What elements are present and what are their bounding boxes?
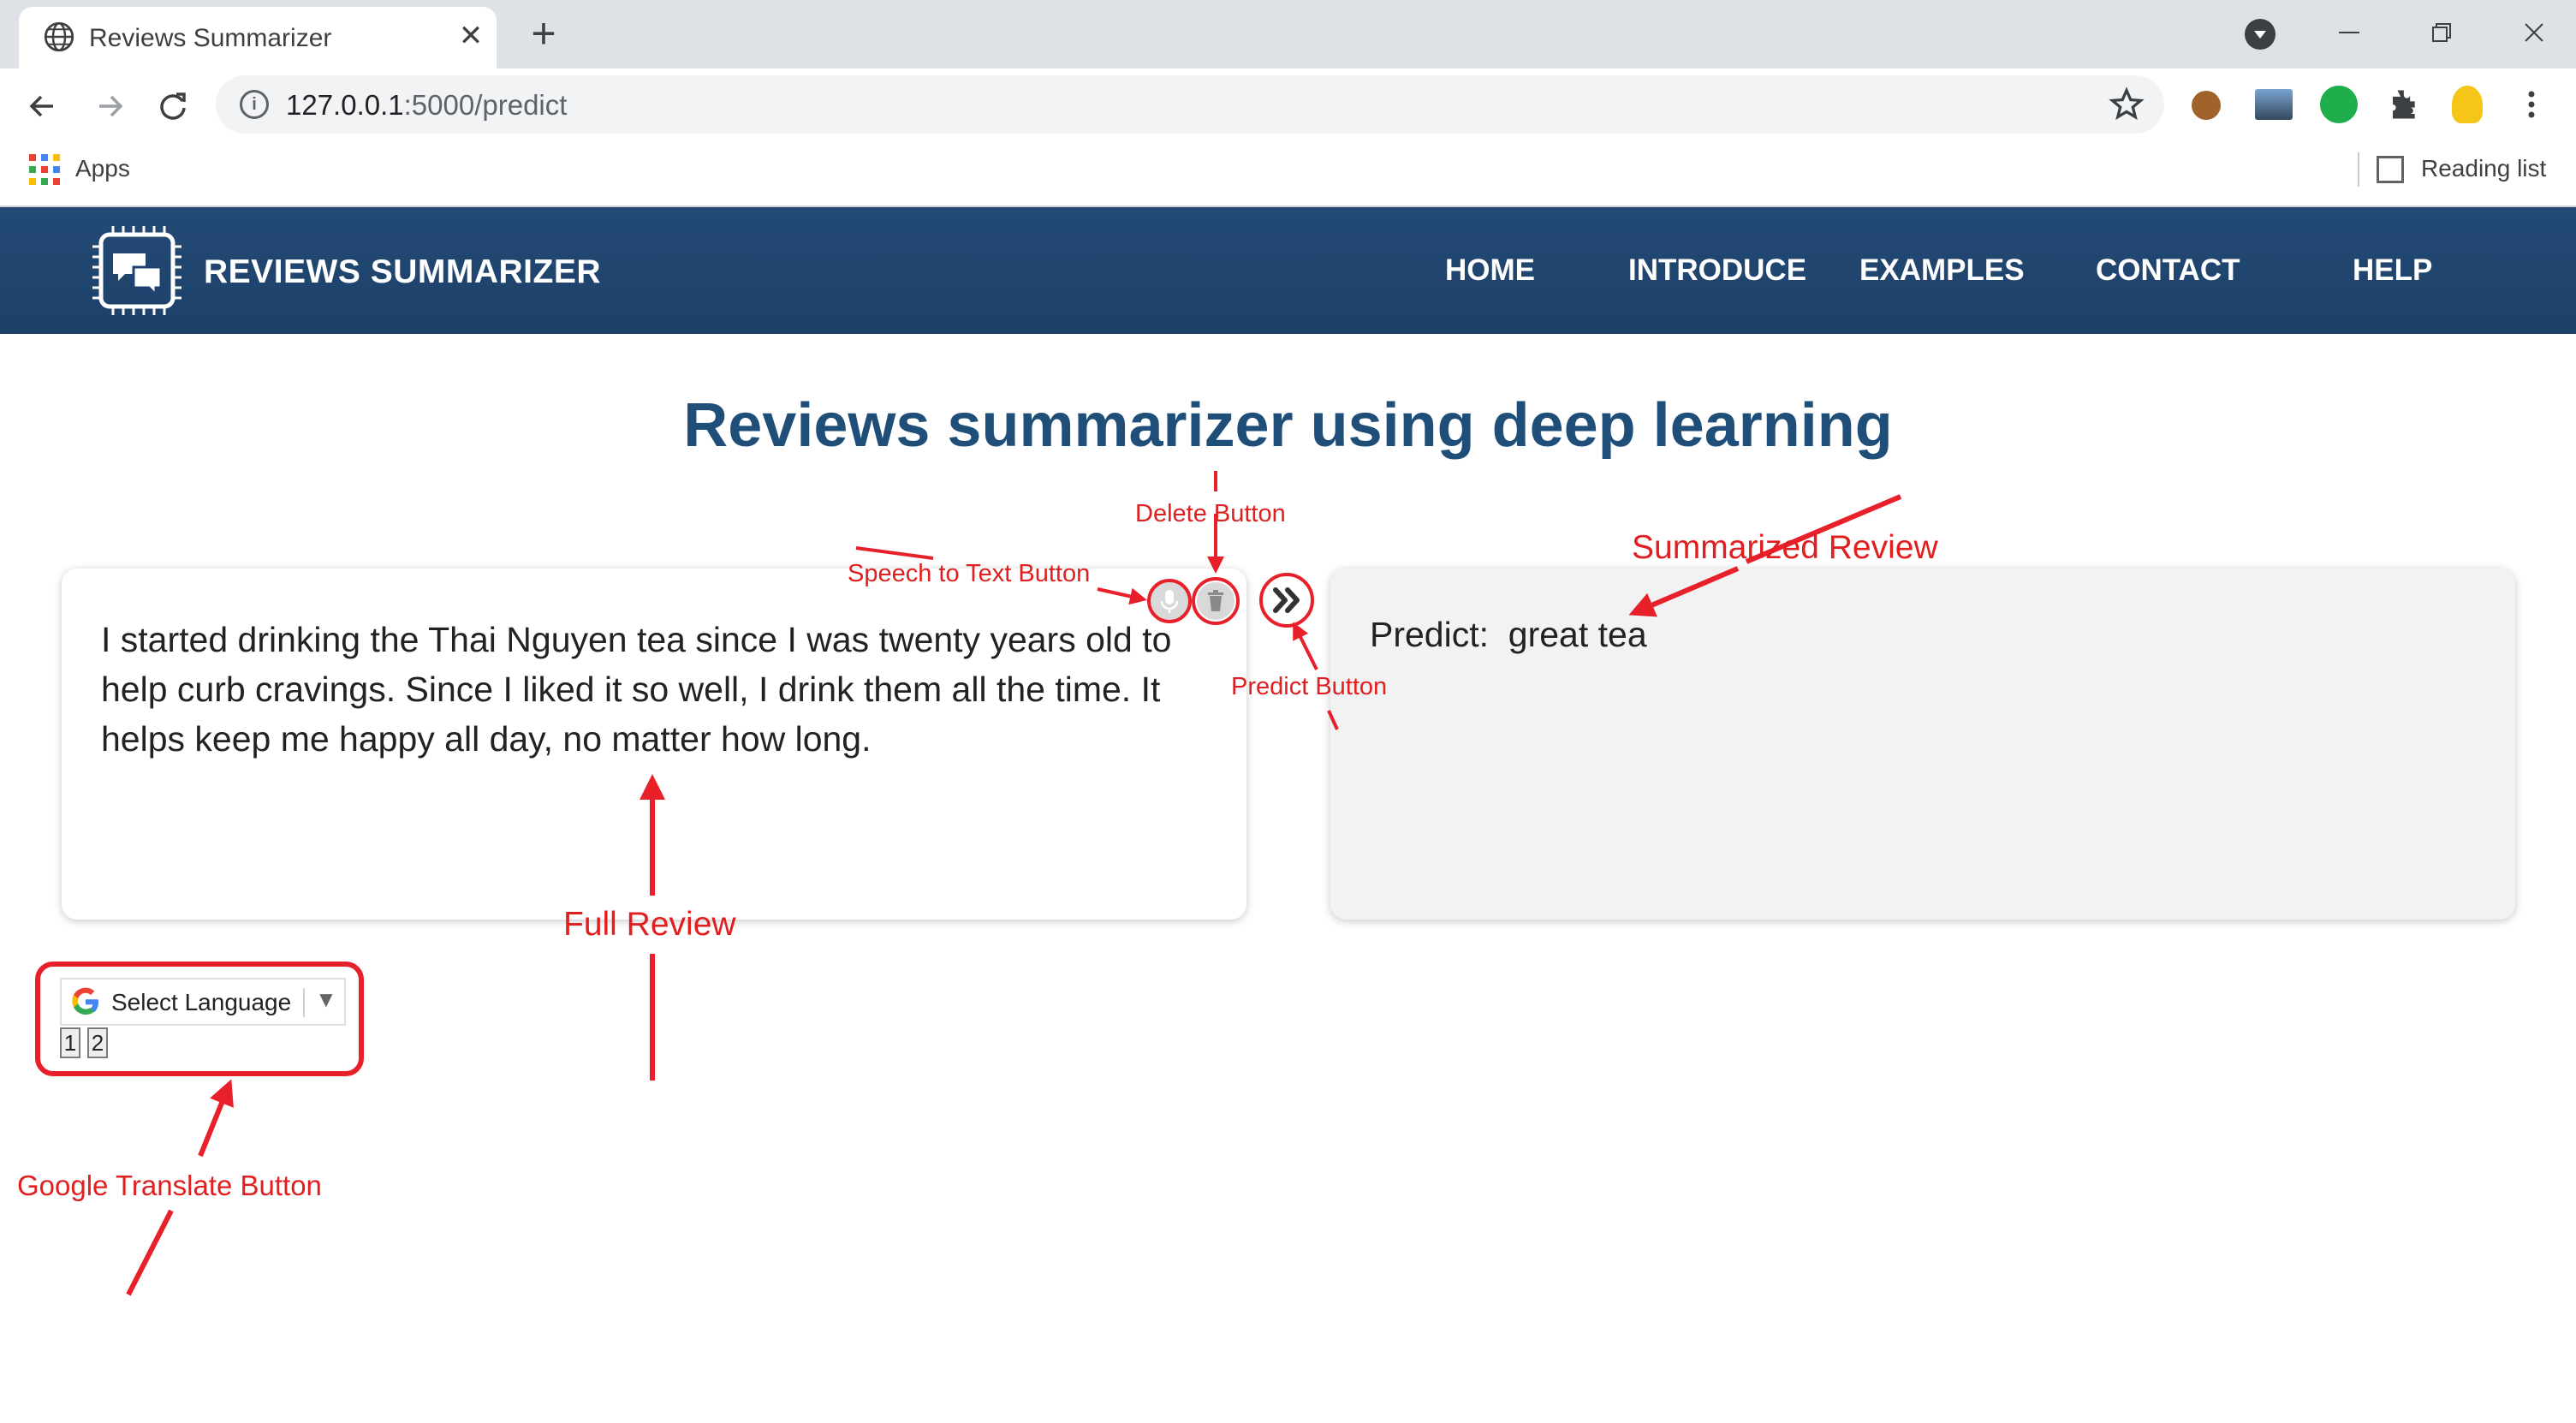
minimize-icon[interactable] — [2323, 9, 2375, 57]
prediction-text: Predict: great tea — [1370, 615, 1647, 655]
forward-icon[interactable] — [86, 82, 134, 130]
annotation-full-review: Full Review — [563, 906, 736, 943]
select-language-label[interactable]: Select Language — [111, 989, 291, 1016]
restore-icon[interactable] — [2416, 9, 2467, 57]
microphone-icon[interactable] — [1151, 582, 1188, 620]
annotation-speech: Speech to Text Button — [848, 560, 1091, 587]
back-icon[interactable] — [19, 82, 67, 130]
select-divider — [303, 988, 305, 1017]
annotation-delete: Delete Button — [1135, 500, 1286, 527]
profile-dropdown-icon[interactable] — [2245, 19, 2276, 50]
nav-introduce[interactable]: INTRODUCE — [1628, 253, 1806, 288]
translate-arrow — [198, 1079, 234, 1158]
nav-help[interactable]: HELP — [2353, 253, 2432, 288]
nav-contact[interactable]: CONTACT — [2096, 253, 2240, 288]
page-title: Reviews summarizer using deep learning — [683, 391, 1893, 460]
trash-icon[interactable] — [1197, 582, 1234, 620]
url-text[interactable]: 127.0.0.1:5000/predict — [286, 89, 567, 122]
review-text[interactable]: I started drinking the Thai Nguyen tea s… — [101, 615, 1214, 764]
site-info-icon[interactable]: i — [240, 90, 269, 119]
apps-grid-icon[interactable] — [29, 154, 60, 185]
annotation-summarized: Summarized Review — [1632, 529, 1938, 566]
translate-chip-2[interactable]: 2 — [87, 1027, 108, 1058]
nav-examples[interactable]: EXAMPLES — [1859, 253, 2025, 288]
extension-grammar-icon[interactable] — [2320, 86, 2358, 123]
predict-arrow — [1293, 622, 1318, 670]
predict-double-chevron-icon[interactable] — [1257, 570, 1317, 630]
extensions-icon[interactable] — [2383, 86, 2421, 123]
extension-bulb-icon[interactable] — [2452, 86, 2483, 123]
google-translate-select[interactable]: Select Language ▼ — [60, 978, 346, 1026]
annotation-google-translate: Google Translate Button — [17, 1170, 322, 1201]
new-tab-icon[interactable]: + — [522, 12, 565, 57]
predict-label: Predict: — [1370, 615, 1489, 654]
tab-close-icon[interactable]: ✕ — [454, 19, 488, 53]
globe-favicon-icon — [44, 21, 74, 52]
dropdown-arrow-icon[interactable]: ▼ — [315, 986, 337, 1013]
predict-value: great tea — [1508, 615, 1647, 654]
bookmark-apps[interactable]: Apps — [75, 155, 130, 182]
browser-tab[interactable]: Reviews Summarizer ✕ — [19, 7, 497, 70]
reading-list-icon[interactable] — [2377, 156, 2404, 183]
bookmarks-bar — [0, 142, 2576, 207]
extension-cookie-icon[interactable] — [2192, 91, 2221, 120]
nav-home[interactable]: HOME — [1445, 253, 1535, 288]
reading-list-label[interactable]: Reading list — [2421, 155, 2546, 182]
bookmarks-divider — [2358, 152, 2359, 187]
chip-chat-logo-icon — [92, 226, 181, 315]
google-g-icon — [72, 987, 98, 1015]
bookmark-star-icon[interactable] — [2108, 86, 2145, 123]
tab-title: Reviews Summarizer — [89, 24, 332, 52]
browser-menu-icon[interactable] — [2519, 86, 2544, 123]
close-window-icon[interactable] — [2508, 9, 2560, 57]
annotation-predict: Predict Button — [1231, 673, 1388, 700]
translate-chip-1[interactable]: 1 — [60, 1027, 80, 1058]
extension-image-icon[interactable] — [2255, 89, 2293, 120]
site-brand[interactable]: REVIEWS SUMMARIZER — [204, 253, 601, 291]
address-bar[interactable]: i 127.0.0.1:5000/predict — [216, 75, 2164, 134]
reload-icon[interactable] — [149, 82, 197, 130]
